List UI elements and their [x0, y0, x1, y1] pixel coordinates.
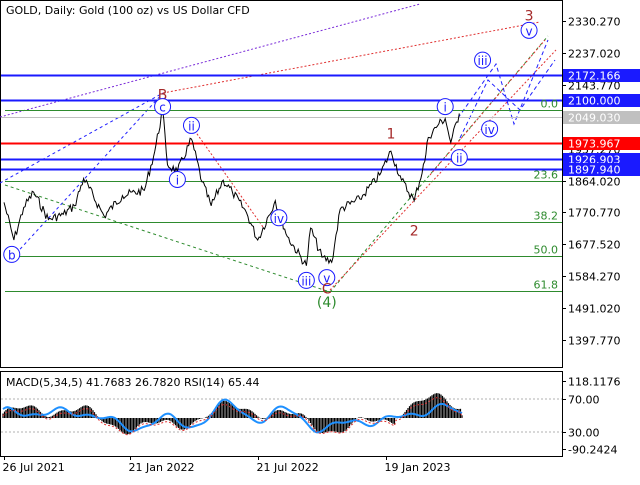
wave-label: c [159, 101, 166, 115]
x-tick-label: 26 Jul 2021 [3, 461, 65, 474]
wave-label: 2 [410, 223, 419, 239]
wave-label: ii [188, 119, 195, 133]
fib-label: 0.0 [541, 98, 559, 111]
y-tick-label: 2237.020 [568, 48, 621, 61]
y-tick-label: 1397.770 [568, 335, 621, 348]
wave-label: ii [456, 152, 463, 166]
fib-label: 38.2 [534, 210, 559, 223]
chart-title: GOLD, Daily: Gold (100 oz) vs US Dollar … [6, 4, 250, 17]
fib-label: 61.8 [534, 279, 559, 292]
wave-label: iv [274, 212, 284, 226]
indicator-y-tick-label: 30.00 [568, 427, 600, 440]
indicator-y-tick-label: -90.2424 [568, 444, 617, 457]
wave-label: i [444, 101, 447, 115]
wave-label: iii [478, 54, 488, 68]
y-tick-label: 1770.770 [568, 207, 621, 220]
level-tag-label: 2100.000 [568, 95, 621, 108]
y-tick-label: 1864.020 [568, 176, 621, 189]
wave-label: 1 [386, 126, 395, 142]
indicator-y-tick-label: 118.1176 [568, 376, 621, 389]
wave-label: v [526, 24, 533, 38]
chart-root: 0.0 23.6 38.2 50.0 61.8 Bc ii i b iv iii v C (4) 1 2 i i… [0, 0, 640, 480]
level-tag-label: 2049.030 [568, 112, 621, 125]
y-tick-label: 1677.520 [568, 239, 621, 252]
wave-label: b [8, 248, 16, 262]
x-tick-label: 19 Jan 2023 [385, 461, 451, 474]
wave-label: 3 [525, 9, 534, 25]
x-tick-label: 21 Jul 2022 [257, 461, 319, 474]
wave-label: iv [484, 123, 494, 137]
level-tag-label: 2172.166 [568, 70, 621, 83]
wave-label: iii [301, 274, 311, 288]
x-tick-label: 21 Jan 2022 [129, 461, 195, 474]
wave-label: (4) [317, 295, 337, 311]
level-tag-label: 1897.940 [568, 164, 621, 177]
y-tick-label: 1491.020 [568, 303, 621, 316]
level-tag-label: 1973.967 [568, 138, 621, 151]
fib-label: 50.0 [534, 244, 559, 257]
y-tick-label: 1584.270 [568, 271, 621, 284]
wave-label: i [176, 173, 179, 187]
indicator-title: MACD(5,34,5) 41.7683 26.7820 RSI(14) 65.… [6, 376, 259, 389]
y-tick-label: 2330.270 [568, 16, 621, 29]
fib-label: 23.6 [534, 169, 559, 182]
indicator-y-tick-label: 70.00 [568, 394, 600, 407]
chart-svg: 0.023.638.250.061.8 Bciiibiviii vC(4)12ii… [0, 0, 640, 480]
